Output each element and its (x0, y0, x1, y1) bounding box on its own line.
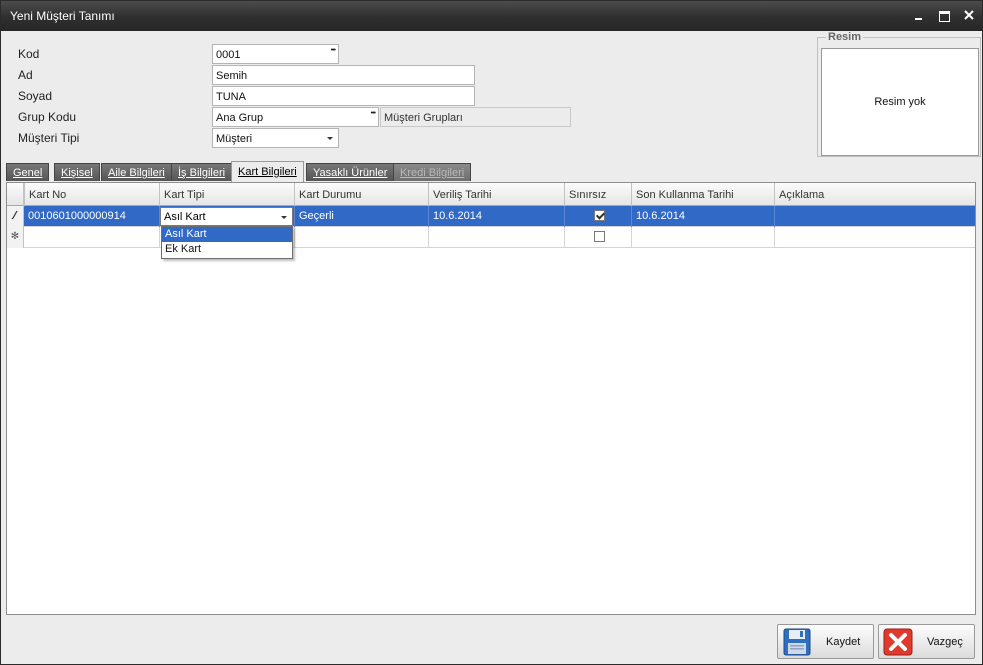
image-placeholder[interactable]: Resim yok (821, 48, 979, 156)
column-kart-no[interactable]: Kart No (24, 183, 159, 206)
cancel-button[interactable]: Vazgeç (878, 624, 975, 659)
cell-kart-durumu[interactable]: Geçerli (294, 206, 428, 227)
save-button-label: Kaydet (826, 636, 861, 648)
new-sinirsiz-checkbox[interactable] (594, 231, 605, 242)
new-cell-kart-durumu[interactable] (294, 227, 428, 248)
image-placeholder-text: Resim yok (874, 96, 926, 108)
kod-label: Kod (18, 47, 40, 61)
cell-verilis-tarihi[interactable]: 10.6.2014 (428, 206, 564, 227)
new-cell-sinirsiz[interactable] (564, 227, 631, 248)
soyad-label: Soyad (18, 89, 53, 103)
new-cell-son-kullanma-tarihi[interactable] (631, 227, 774, 248)
floppy-disk-icon (783, 628, 811, 656)
card-grid: Kart No Kart Tipi Kart Durumu Veriliş Ta… (6, 182, 976, 615)
new-cell-aciklama[interactable] (774, 227, 975, 248)
tab-kredi-bilgileri: Kredi Bilgileri (393, 163, 472, 181)
new-cell-verilis-tarihi[interactable] (428, 227, 564, 248)
dropdown-option-asil-kart[interactable]: Asıl Kart (162, 227, 292, 242)
new-row-icon: ✻ (7, 227, 24, 248)
tab-yasakli-urunler[interactable]: Yasaklı Ürünler (306, 163, 395, 181)
maximize-icon[interactable] (935, 7, 953, 23)
musteri-tipi-select[interactable]: Müşteri (212, 128, 339, 148)
kod-field[interactable]: 0001 (212, 44, 339, 64)
column-aciklama[interactable]: Açıklama (774, 183, 975, 206)
minimize-icon[interactable] (910, 7, 928, 23)
ad-value: Semih (216, 70, 248, 82)
save-button[interactable]: Kaydet (777, 624, 874, 659)
column-kart-durumu[interactable]: Kart Durumu (294, 183, 428, 206)
grup-kodu-label: Grup Kodu (18, 110, 77, 124)
bottom-toolbar: Kaydet Vazgeç (1, 617, 982, 664)
cell-kart-no[interactable]: 0010601000000914 (24, 206, 159, 227)
tab-kart-bilgileri[interactable]: Kart Bilgileri (231, 161, 304, 182)
dropdown-option-ek-kart[interactable]: Ek Kart (162, 242, 292, 257)
musteri-tipi-label: Müşteri Tipi (18, 131, 80, 145)
kart-tipi-value: Asıl Kart (164, 211, 206, 223)
column-kart-tipi[interactable]: Kart Tipi (159, 183, 294, 206)
kart-tipi-dropdown: Asıl Kart Ek Kart (161, 226, 293, 259)
sinirsiz-checkbox[interactable] (594, 210, 605, 221)
row-indicator-header (7, 183, 24, 206)
soyad-value: TUNA (216, 91, 246, 103)
musteri-tipi-value: Müşteri (216, 133, 253, 145)
column-verilis-tarihi[interactable]: Veriliş Tarihi (428, 183, 564, 206)
ad-label: Ad (18, 68, 33, 82)
customer-definition-window: Yeni Müşteri Tanımı Kod 0001 Ad Semih So… (0, 0, 983, 665)
edit-pencil-icon (7, 206, 24, 227)
image-group-title: Resim (826, 31, 864, 43)
chevron-down-icon (327, 137, 333, 140)
column-sinirsiz[interactable]: Sınırsız (564, 183, 631, 206)
close-icon[interactable] (960, 7, 978, 23)
tab-kisisel[interactable]: Kişisel (54, 163, 100, 181)
tab-is-bilgileri[interactable]: İş Bilgileri (171, 163, 233, 181)
kart-tipi-combo[interactable]: Asıl Kart (160, 207, 293, 226)
kod-value: 0001 (216, 49, 241, 61)
new-row[interactable]: ✻ (7, 227, 975, 248)
column-son-kullanma-tarihi[interactable]: Son Kullanma Tarihi (631, 183, 774, 206)
tab-strip: Genel Kişisel Aile Bilgileri İş Bilgiler… (6, 161, 976, 182)
window-title: Yeni Müşteri Tanımı (10, 9, 115, 23)
cell-sinirsiz[interactable] (564, 206, 631, 227)
chevron-down-icon[interactable] (281, 216, 287, 219)
grup-kodu-value: Ana Grup (216, 112, 264, 124)
cancel-button-label: Vazgeç (927, 636, 963, 648)
grup-kodu-field[interactable]: Ana Grup (212, 107, 379, 127)
cell-aciklama[interactable] (774, 206, 975, 227)
customer-form: Kod 0001 Ad Semih Soyad TUNA Grup Kodu A… (6, 38, 814, 156)
cancel-x-icon (883, 628, 913, 656)
table-row[interactable]: 0010601000000914 Geçerli 10.6.2014 10.6.… (7, 206, 975, 227)
tab-aile-bilgileri[interactable]: Aile Bilgileri (101, 163, 172, 181)
grid-header: Kart No Kart Tipi Kart Durumu Veriliş Ta… (7, 183, 975, 206)
ad-field[interactable]: Semih (212, 65, 475, 85)
title-bar[interactable]: Yeni Müşteri Tanımı (1, 1, 982, 31)
grup-description: Müşteri Grupları (380, 107, 571, 127)
tab-genel[interactable]: Genel (6, 163, 50, 181)
soyad-field[interactable]: TUNA (212, 86, 475, 106)
image-group: Resim Resim yok (817, 31, 981, 157)
new-cell-kart-no[interactable] (24, 227, 159, 248)
cell-son-kullanma-tarihi[interactable]: 10.6.2014 (631, 206, 774, 227)
